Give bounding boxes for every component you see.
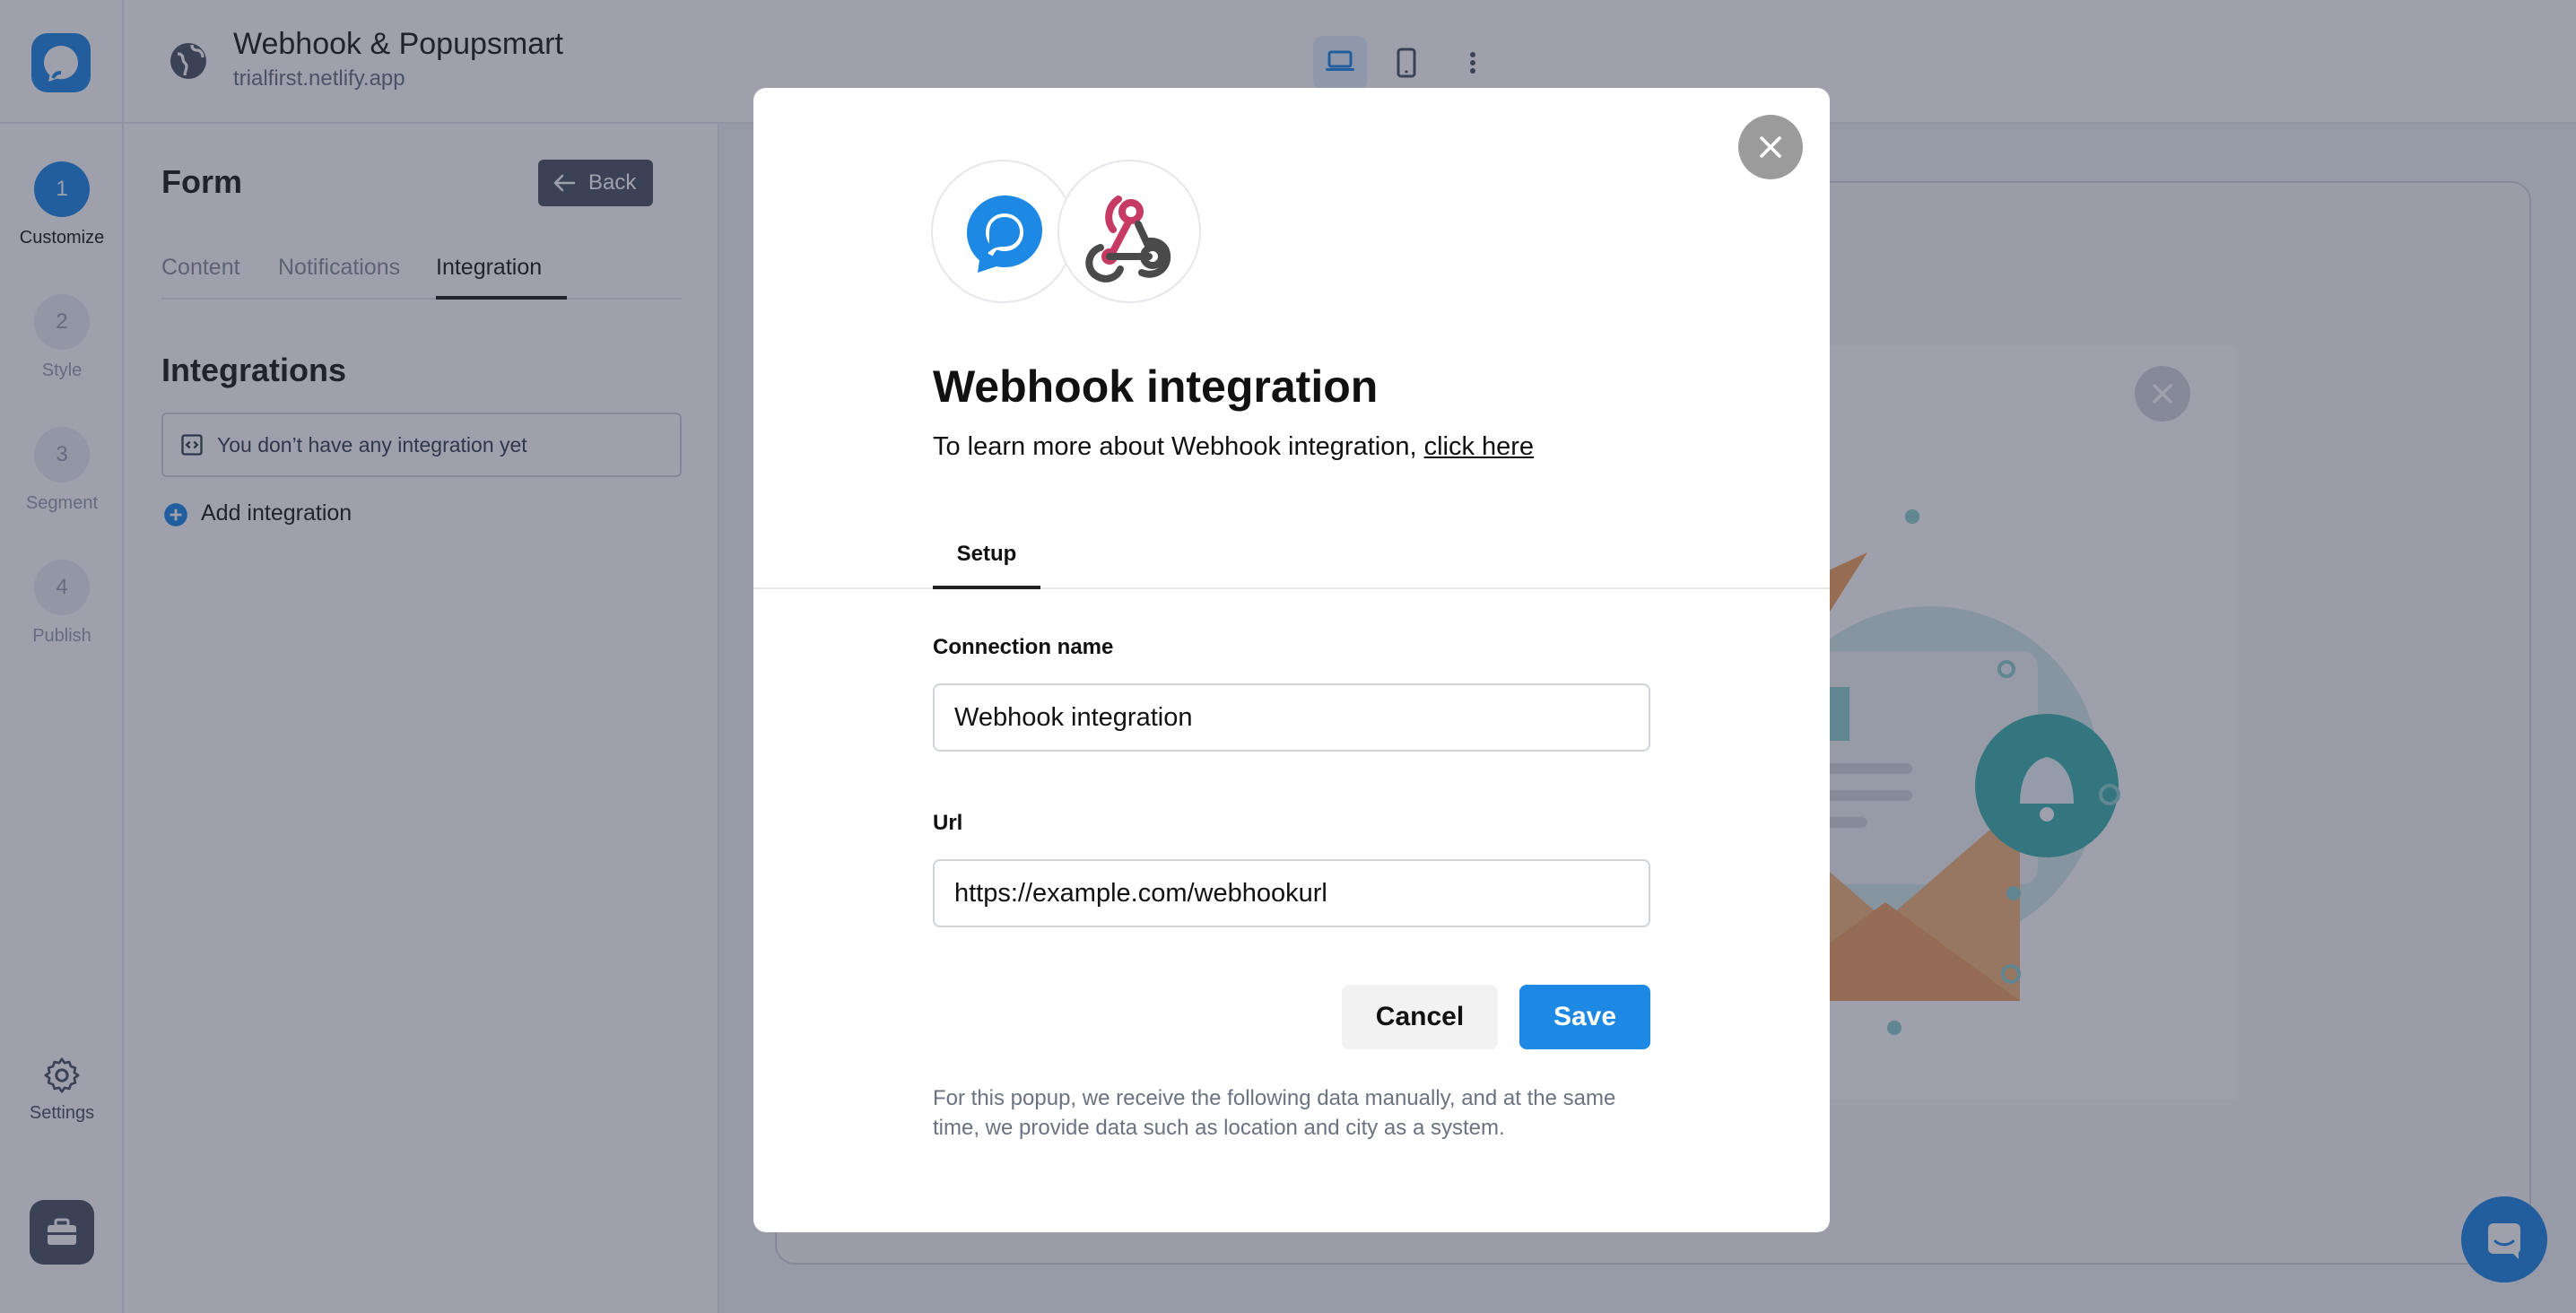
modal-subtitle: To learn more about Webhook integration,… [933,432,1534,462]
url-label: Url [933,811,963,835]
tab-divider [753,587,1830,589]
data-collection-note: For this popup, we receive the following… [933,1086,1616,1140]
popupsmart-logo-badge [931,160,1075,303]
subtitle-text: To learn more about Webhook integration, [933,432,1424,461]
tab-setup[interactable]: Setup [933,536,1040,589]
connection-name-label: Connection name [933,635,1114,659]
modal-title: Webhook integration [933,361,1379,412]
url-input[interactable] [933,859,1650,927]
learn-more-link[interactable]: click here [1424,432,1535,461]
webhook-logo-badge [1057,160,1201,303]
modal-close-button[interactable] [1738,115,1803,179]
save-button[interactable]: Save [1519,985,1650,1049]
webhook-icon [1085,196,1171,283]
cancel-button[interactable]: Cancel [1342,985,1498,1049]
webhook-integration-modal: Webhook integration To learn more about … [753,88,1830,1232]
close-icon [1760,136,1781,158]
popupsmart-logo-icon [967,196,1042,273]
connection-name-input[interactable] [933,683,1650,752]
